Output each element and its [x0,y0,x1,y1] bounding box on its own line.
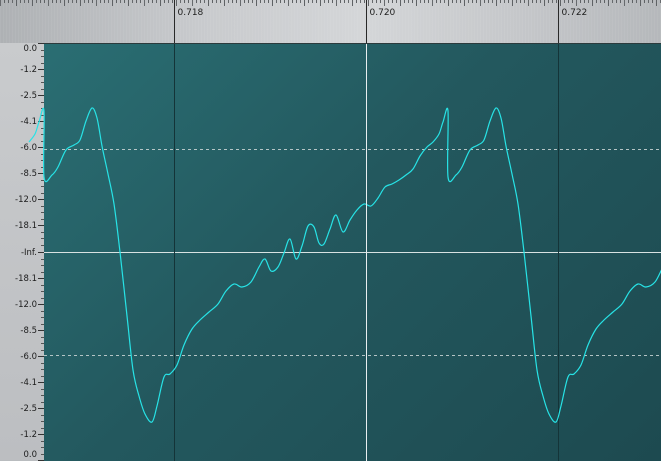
db-label: 0.0 [23,44,37,54]
ruler-time-label: 0.720 [370,8,396,18]
db-label: -6.0 [20,143,37,153]
db-label: -4.1 [20,117,37,127]
db-scale: 0.0 -1.2 -2.5 -4.1 -6.0 -8.5 -12.0 -18.1 -Inf. -1… [0,43,44,461]
db-label: -12.0 [15,195,37,205]
waveform-trace [28,107,661,423]
db-label: -1.2 [20,65,37,75]
ruler-time-label: 0.722 [562,8,588,18]
db-label: -1.2 [20,430,37,440]
db-label: 0.0 [23,450,37,460]
db-label: -8.5 [20,169,37,179]
time-ruler-ticks: 0.718 0.720 0.722 [0,0,661,43]
db-label: -4.1 [20,378,37,388]
timeline-ruler[interactable]: 0.718 0.720 0.722 [0,0,661,43]
ruler-time-label: 0.718 [178,8,204,18]
db-label: -Inf. [21,248,37,258]
db-label: -12.0 [15,300,37,310]
db-label: -8.5 [20,326,37,336]
waveform-view[interactable] [28,43,661,461]
db-label: -6.0 [20,352,37,362]
waveform-canvas [28,44,661,461]
db-label: -18.1 [15,221,37,231]
db-label: -2.5 [20,91,37,101]
db-scale-labels: 0.0 -1.2 -2.5 -4.1 -6.0 -8.5 -12.0 -18.1 -Inf. -1… [15,43,44,461]
db-label: -18.1 [15,274,37,284]
db-label: -2.5 [20,404,37,414]
